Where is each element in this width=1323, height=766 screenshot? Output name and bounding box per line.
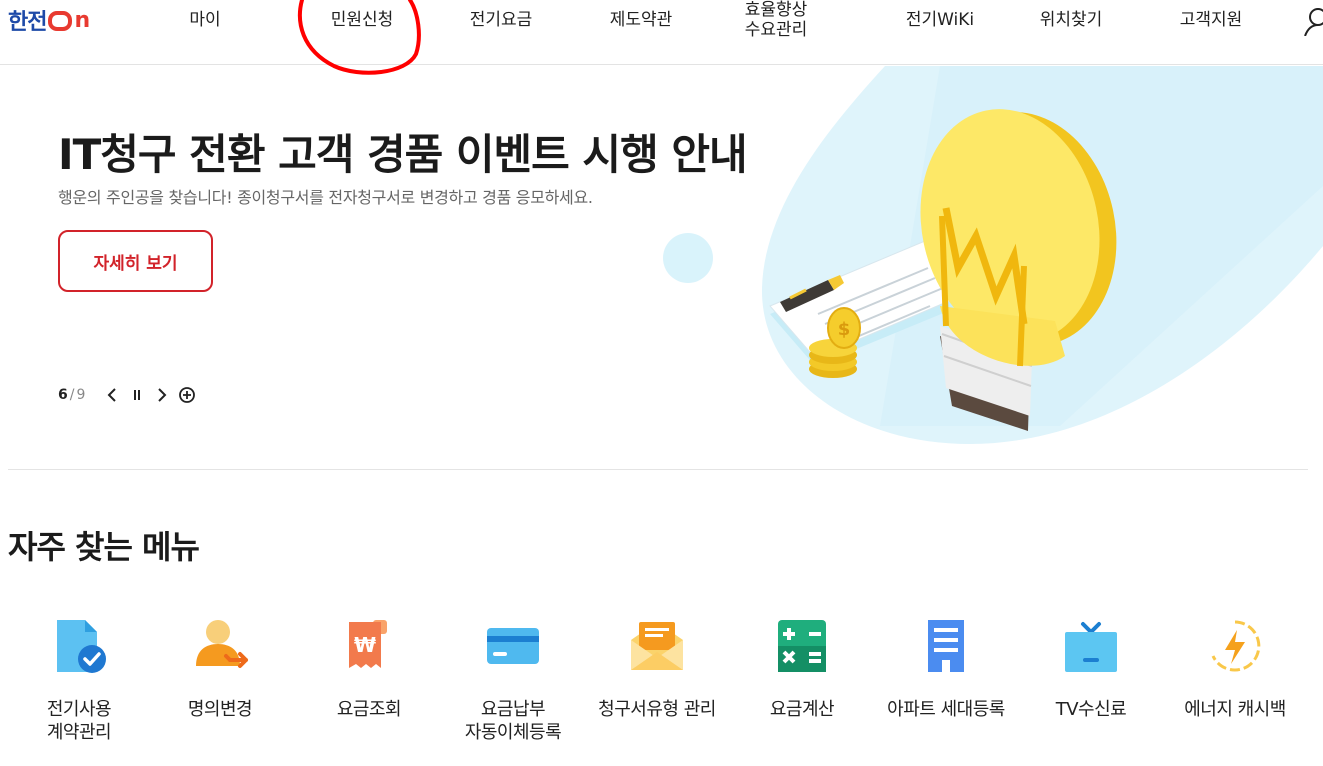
slide-prev-button[interactable] — [101, 384, 123, 406]
lightbulb-illustration: $ — [663, 66, 1323, 444]
menu-fee-calculator-label: 요금계산 — [769, 699, 835, 720]
menu-bill-inquiry-label: 요금조회 — [336, 699, 402, 720]
nav-efficiency-demand[interactable]: 효율향상 수요관리 — [730, 0, 822, 41]
chevron-left-icon — [107, 388, 117, 402]
nav-support-label: 고객지원 — [1179, 10, 1243, 30]
menu-contract-management[interactable]: 전기사용 계약관리 — [9, 613, 149, 753]
envelope-icon — [631, 622, 683, 670]
svg-text:$: $ — [838, 319, 851, 340]
hero-subtitle: 행운의 주인공을 찾습니다! 종이청구서를 전자청구서로 변경하고 경품 응모하… — [58, 188, 593, 207]
menu-apartment-registration[interactable]: 아파트 세대등록 — [876, 613, 1016, 753]
logo-on-mark: n — [48, 7, 90, 33]
menu-auto-payment[interactable]: 요금납부 자동이체등록 — [443, 613, 583, 753]
nav-civil-application[interactable]: 민원신청 — [316, 0, 408, 40]
nav-my-label: 마이 — [189, 10, 221, 30]
slide-total: 9 — [76, 387, 86, 403]
nav-electricity-fee[interactable]: 전기요금 — [455, 0, 547, 40]
name-change-icon — [196, 620, 248, 668]
nav-my[interactable]: 마이 — [165, 0, 245, 40]
contract-icon — [57, 620, 106, 673]
menu-name-change-label: 명의변경 — [187, 699, 253, 720]
slide-next-button[interactable] — [151, 384, 173, 406]
slide-pause-button[interactable] — [126, 384, 148, 406]
nav-wiki-label: 전기WiKi — [905, 10, 975, 30]
view-details-button[interactable]: 자세히 보기 — [58, 230, 213, 292]
calculator-icon — [778, 620, 826, 672]
nav-terms[interactable]: 제도약관 — [595, 0, 687, 40]
menu-auto-payment-label: 요금납부 자동이체등록 — [464, 699, 562, 743]
apartment-icon — [928, 620, 964, 672]
nav-customer-support[interactable]: 고객지원 — [1165, 0, 1257, 40]
hero-banner: IT청구 전환 고객 경품 이벤트 시행 안내 행운의 주인공을 찾습니다! 종… — [0, 66, 1323, 469]
slide-separator: / — [69, 387, 75, 403]
menu-bill-inquiry[interactable]: ₩ 요금조회 — [299, 613, 439, 753]
logo-n-text: n — [74, 7, 90, 33]
slider-controls: 6 / 9 — [58, 384, 201, 406]
menu-tv-label: TV수신료 — [1055, 699, 1127, 720]
frequent-menu-title: 자주 찾는 메뉴 — [8, 528, 200, 566]
logo-o-shape — [48, 11, 73, 31]
nav-terms-label: 제도약관 — [609, 10, 673, 30]
menu-tv-license-fee[interactable]: TV수신료 — [1021, 613, 1161, 753]
chevron-right-icon — [158, 388, 167, 402]
nav-efficiency-line2: 수요관리 — [744, 20, 808, 40]
nav-electricity-fee-label: 전기요금 — [469, 10, 533, 30]
nav-location-label: 위치찾기 — [1039, 10, 1103, 30]
menu-apartment-label: 아파트 세대등록 — [887, 699, 1005, 720]
nav-electricity-wiki[interactable]: 전기WiKi — [890, 0, 990, 40]
menu-billing-type-label: 청구서유형 관리 — [598, 699, 716, 720]
logo-kor-text: 한전 — [8, 10, 47, 35]
top-header: 한전 n 마이 민원신청 전기요금 제도약관 효율향상 수요관리 전기WiKi … — [0, 0, 1323, 75]
bill-icon: ₩ — [349, 620, 387, 668]
menu-fee-calculator[interactable]: 요금계산 — [732, 613, 872, 753]
section-divider — [8, 469, 1308, 470]
tv-icon — [1065, 622, 1117, 672]
user-icon[interactable] — [1303, 6, 1323, 36]
energy-cashback-icon — [1211, 620, 1261, 672]
nav-efficiency-line1: 효율향상 — [744, 0, 808, 20]
menu-name-change[interactable]: 명의변경 — [150, 613, 290, 753]
menu-energy-cashback[interactable]: 에너지 캐시백 — [1165, 613, 1305, 753]
slide-expand-button[interactable] — [176, 384, 198, 406]
menu-contract-label: 전기사용 계약관리 — [46, 699, 112, 743]
pause-icon — [134, 390, 141, 400]
kepco-on-logo[interactable]: 한전 n — [8, 4, 90, 36]
card-icon — [487, 628, 539, 664]
plus-circle-icon — [179, 387, 196, 403]
nav-location[interactable]: 위치찾기 — [1025, 0, 1117, 40]
slide-current: 6 — [58, 387, 68, 403]
svg-text:₩: ₩ — [354, 633, 376, 657]
menu-billing-type[interactable]: 청구서유형 관리 — [587, 613, 727, 753]
nav-civil-application-label: 민원신청 — [330, 10, 394, 30]
menu-energy-cashback-label: 에너지 캐시백 — [1184, 699, 1286, 720]
